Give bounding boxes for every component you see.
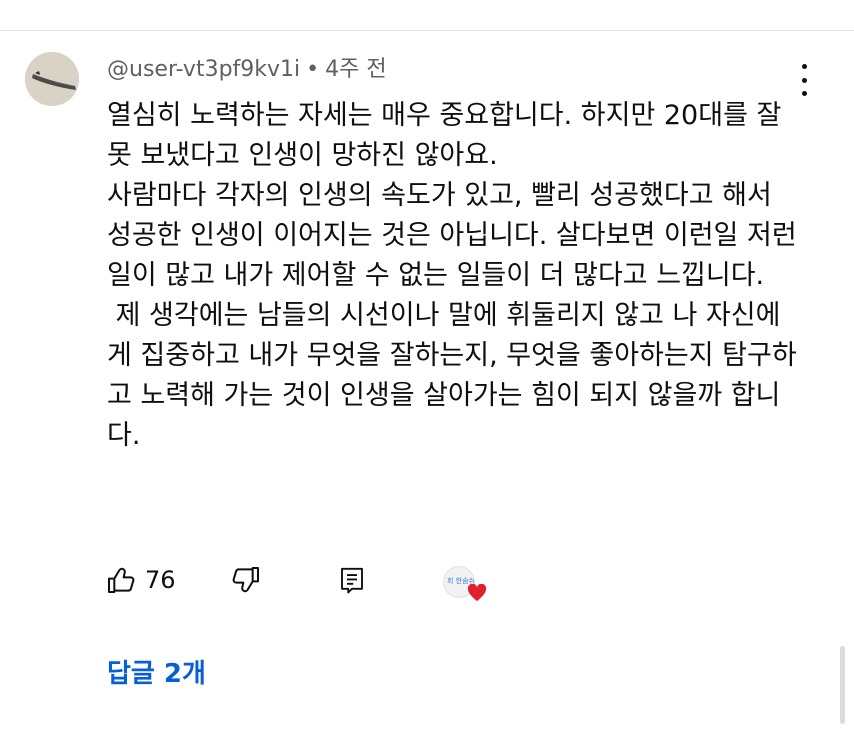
scrollbar[interactable]: [840, 646, 845, 724]
heart-icon: [467, 584, 487, 602]
reply-button[interactable]: [337, 560, 367, 600]
creator-heart-badge[interactable]: 회 한숨쉬: [443, 562, 487, 602]
comment-timestamp[interactable]: 4주 전: [325, 57, 386, 82]
like-count: 76: [145, 566, 176, 594]
comment-paragraph: 열심히 노력하는 자세는 매우 중요합니다. 하지만 20대를 잘못 보냈다고 …: [107, 100, 782, 171]
comment-paragraph: 사람마다 각자의 인생의 속도가 있고, 빨리 성공했다고 해서 성공한 인생이…: [107, 180, 797, 291]
author-handle[interactable]: @user-vt3pf9kv1i: [107, 57, 300, 82]
comment-body: 열심히 노력하는 자세는 매우 중요합니다. 하지만 20대를 잘못 보냈다고 …: [107, 96, 797, 456]
avatar-image: [25, 52, 79, 106]
like-button[interactable]: 76: [105, 560, 176, 600]
thumbs-down-icon: [232, 567, 259, 593]
comment-paragraph: 제 생각에는 남들의 시선이나 말에 휘둘리지 않고 나 자신에게 집중하고 내…: [107, 300, 797, 451]
view-replies-button[interactable]: 답글 2개: [107, 656, 206, 692]
avatar[interactable]: [25, 52, 79, 106]
thumbs-up-icon: [108, 567, 135, 593]
kebab-dot: [801, 91, 807, 96]
dislike-button[interactable]: [230, 560, 262, 600]
comment-thread: @user-vt3pf9kv1i • 4주 전 열심히 노력하는 자세는 매우 중요…: [0, 0, 854, 735]
comment-meta: @user-vt3pf9kv1i • 4주 전: [107, 55, 387, 85]
reply-comment-icon: [341, 567, 363, 594]
kebab-dot: [801, 77, 807, 83]
more-vert-icon[interactable]: [794, 64, 814, 96]
kebab-dot: [801, 64, 807, 69]
meta-separator: •: [306, 57, 320, 82]
